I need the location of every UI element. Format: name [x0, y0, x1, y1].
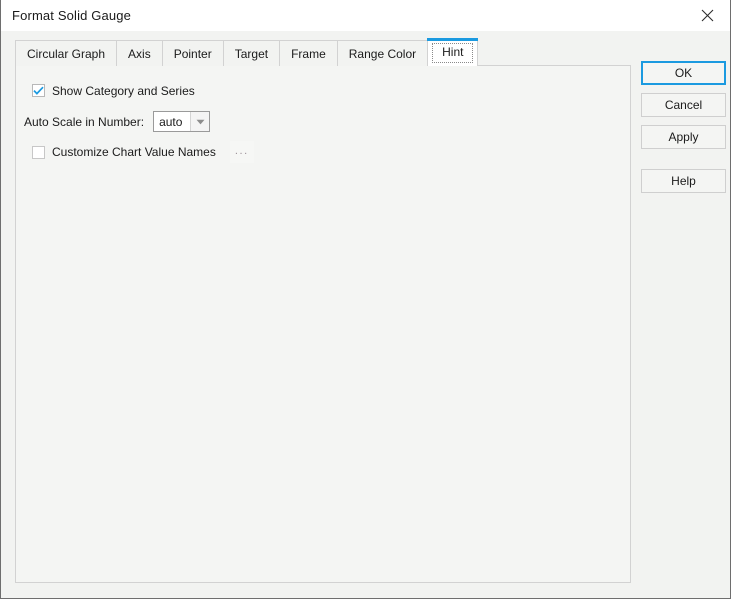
ok-button[interactable]: OK	[641, 61, 726, 85]
tab-label: Pointer	[173, 46, 212, 61]
chevron-down-icon	[190, 112, 210, 131]
tab-label: Circular Graph	[27, 46, 106, 61]
cancel-button[interactable]: Cancel	[641, 93, 726, 117]
close-icon	[701, 9, 714, 22]
auto-scale-in-number-label: Auto Scale in Number:	[24, 114, 145, 129]
tab-axis[interactable]: Axis	[116, 40, 163, 66]
format-solid-gauge-dialog: Format Solid Gauge Circular Graph Axis P…	[0, 0, 731, 599]
customize-chart-value-names-checkbox[interactable]	[32, 145, 45, 159]
tab-pointer[interactable]: Pointer	[161, 40, 224, 66]
tab-range-color[interactable]: Range Color	[336, 40, 429, 66]
show-category-and-series-checkbox[interactable]	[32, 84, 45, 97]
apply-button[interactable]: Apply	[641, 125, 726, 149]
tab-label: Hint	[442, 45, 464, 59]
tab-label: Target	[234, 46, 269, 61]
auto-scale-in-number-value: auto	[159, 114, 183, 129]
auto-scale-in-number-select[interactable]: auto	[153, 111, 211, 132]
help-button[interactable]: Help	[641, 169, 726, 193]
dialog-title: Format Solid Gauge	[12, 8, 132, 23]
title-bar: Format Solid Gauge	[1, 0, 730, 31]
customize-chart-value-names-row: Customize Chart Value Names ...	[32, 141, 254, 163]
customize-chart-value-names-label: Customize Chart Value Names	[52, 145, 216, 159]
tab-label: Frame	[291, 46, 326, 61]
customize-chart-value-names-browse-button[interactable]: ...	[229, 141, 254, 163]
tab-label: Axis	[128, 46, 151, 61]
tab-strip: Circular Graph Axis Pointer Target Frame…	[15, 38, 479, 66]
dialog-button-column: OK Cancel Apply Help	[641, 61, 726, 201]
tab-hint[interactable]: Hint	[427, 38, 479, 66]
auto-scale-in-number-row: Auto Scale in Number: auto	[24, 111, 211, 132]
tab-target[interactable]: Target	[222, 40, 281, 66]
show-category-and-series-row[interactable]: Show Category and Series	[32, 84, 195, 97]
hint-settings-panel: Show Category and Series Auto Scale in N…	[15, 65, 631, 583]
show-category-and-series-label: Show Category and Series	[52, 83, 195, 98]
tab-circular-graph[interactable]: Circular Graph	[15, 40, 118, 66]
tab-frame[interactable]: Frame	[279, 40, 338, 66]
tab-label: Range Color	[348, 46, 417, 61]
close-button[interactable]	[684, 0, 730, 31]
